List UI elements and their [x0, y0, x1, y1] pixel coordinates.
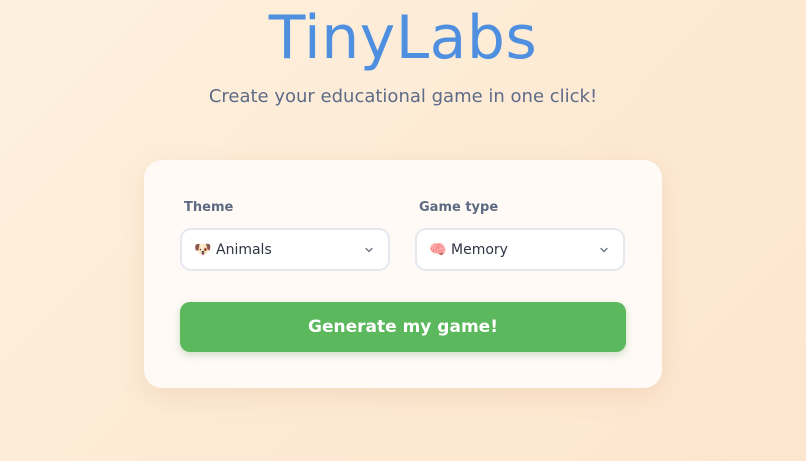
game-type-label: Game type	[419, 200, 499, 215]
dog-icon: 🐶	[194, 241, 212, 258]
theme-label: Theme	[184, 200, 234, 215]
game-type-select[interactable]: 🧠 Memory	[415, 228, 625, 271]
tagline: Create your educational game in one clic…	[208, 86, 598, 107]
generate-game-button[interactable]: Generate my game!	[180, 302, 626, 352]
game-type-selected-value: Memory	[451, 241, 508, 258]
app-logo-title: TinyLabs	[268, 3, 538, 73]
brain-icon: 🧠	[429, 241, 447, 258]
chevron-down-icon	[600, 247, 608, 252]
chevron-down-icon	[365, 247, 373, 252]
theme-select[interactable]: 🐶 Animals	[180, 228, 390, 271]
theme-selected-value: Animals	[216, 241, 272, 258]
game-generator-card: Theme Game type 🐶 Animals 🧠 Memory Gener…	[144, 160, 662, 388]
